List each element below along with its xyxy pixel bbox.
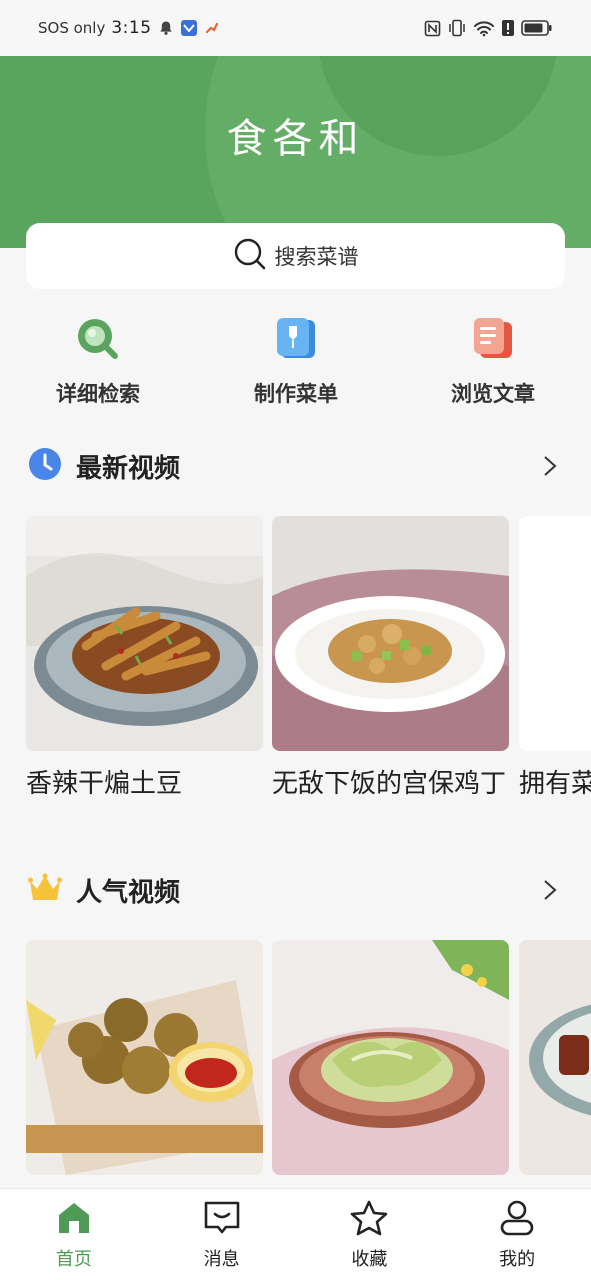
user-icon: [497, 1199, 537, 1241]
dish-image-fritters: [26, 940, 263, 1175]
video-card[interactable]: 拥有菜: [519, 516, 591, 803]
wifi-icon: [473, 19, 495, 37]
status-bar: SOS only 3:15: [0, 0, 591, 56]
bottom-nav: 首页 消息 收藏 我的: [0, 1188, 591, 1280]
app-notification-icon: [180, 19, 198, 37]
carrier-text: SOS only: [38, 19, 106, 37]
section-title: 最新视频: [76, 453, 181, 484]
popular-videos-header: 人气视频: [28, 870, 563, 910]
runner-notification-icon: [204, 20, 220, 36]
nfc-icon: [424, 20, 441, 37]
nav-messages[interactable]: 消息: [148, 1189, 296, 1280]
star-icon: [349, 1199, 389, 1241]
alert-icon: [501, 19, 515, 37]
nav-label: 消息: [203, 1249, 240, 1270]
dish-image-potato: [26, 516, 263, 751]
latest-videos-header: 最新视频: [28, 446, 563, 486]
menu-book-icon: [273, 316, 319, 366]
quick-action-make-menu[interactable]: 制作菜单: [216, 316, 376, 408]
chevron-right-icon[interactable]: [537, 453, 563, 479]
quick-action-detail-search[interactable]: 详细检索: [18, 316, 178, 408]
quick-action-browse-articles[interactable]: 浏览文章: [413, 316, 573, 408]
dish-image-kung-pao-chicken: [272, 516, 509, 751]
bell-icon: [158, 20, 174, 36]
quick-action-label: 详细检索: [56, 382, 140, 406]
nav-label: 首页: [55, 1249, 92, 1270]
dish-image-cabbage: [272, 940, 509, 1175]
magnifier-icon: [75, 316, 121, 366]
search-bar[interactable]: 搜索菜谱: [26, 223, 565, 289]
crown-icon: [28, 873, 62, 907]
search-placeholder: 搜索菜谱: [274, 245, 359, 269]
video-card[interactable]: [519, 940, 591, 1175]
video-title: 无敌下饭的宫保鸡丁: [272, 769, 507, 799]
chevron-right-icon[interactable]: [537, 877, 563, 903]
nav-label: 我的: [499, 1249, 536, 1270]
nav-home[interactable]: 首页: [0, 1189, 148, 1280]
dish-image-partial-meat: [519, 940, 591, 1175]
nav-profile[interactable]: 我的: [443, 1189, 591, 1280]
video-title: 拥有菜: [519, 769, 591, 799]
video-card[interactable]: 香辣干煸土豆: [26, 516, 263, 803]
video-card[interactable]: [26, 940, 263, 1175]
section-title: 人气视频: [76, 877, 181, 908]
article-icon: [470, 316, 516, 366]
quick-action-label: 制作菜单: [254, 382, 338, 406]
nav-favorites[interactable]: 收藏: [296, 1189, 444, 1280]
message-icon: [202, 1199, 242, 1241]
search-icon: [233, 237, 267, 275]
battery-icon: [521, 19, 553, 37]
home-icon: [55, 1199, 93, 1241]
app-logo: 食各和: [226, 116, 365, 162]
video-title: 香辣干煸土豆: [26, 769, 183, 799]
app-header: 食各和: [0, 56, 591, 248]
vibrate-icon: [447, 19, 467, 37]
video-card[interactable]: [272, 940, 509, 1175]
nav-label: 收藏: [351, 1249, 388, 1270]
clock-icon: [28, 447, 62, 485]
quick-action-label: 浏览文章: [451, 382, 535, 406]
video-card[interactable]: 无敌下饭的宫保鸡丁: [272, 516, 509, 803]
dish-image-partial: [519, 516, 591, 751]
status-time: 3:15: [111, 18, 152, 38]
